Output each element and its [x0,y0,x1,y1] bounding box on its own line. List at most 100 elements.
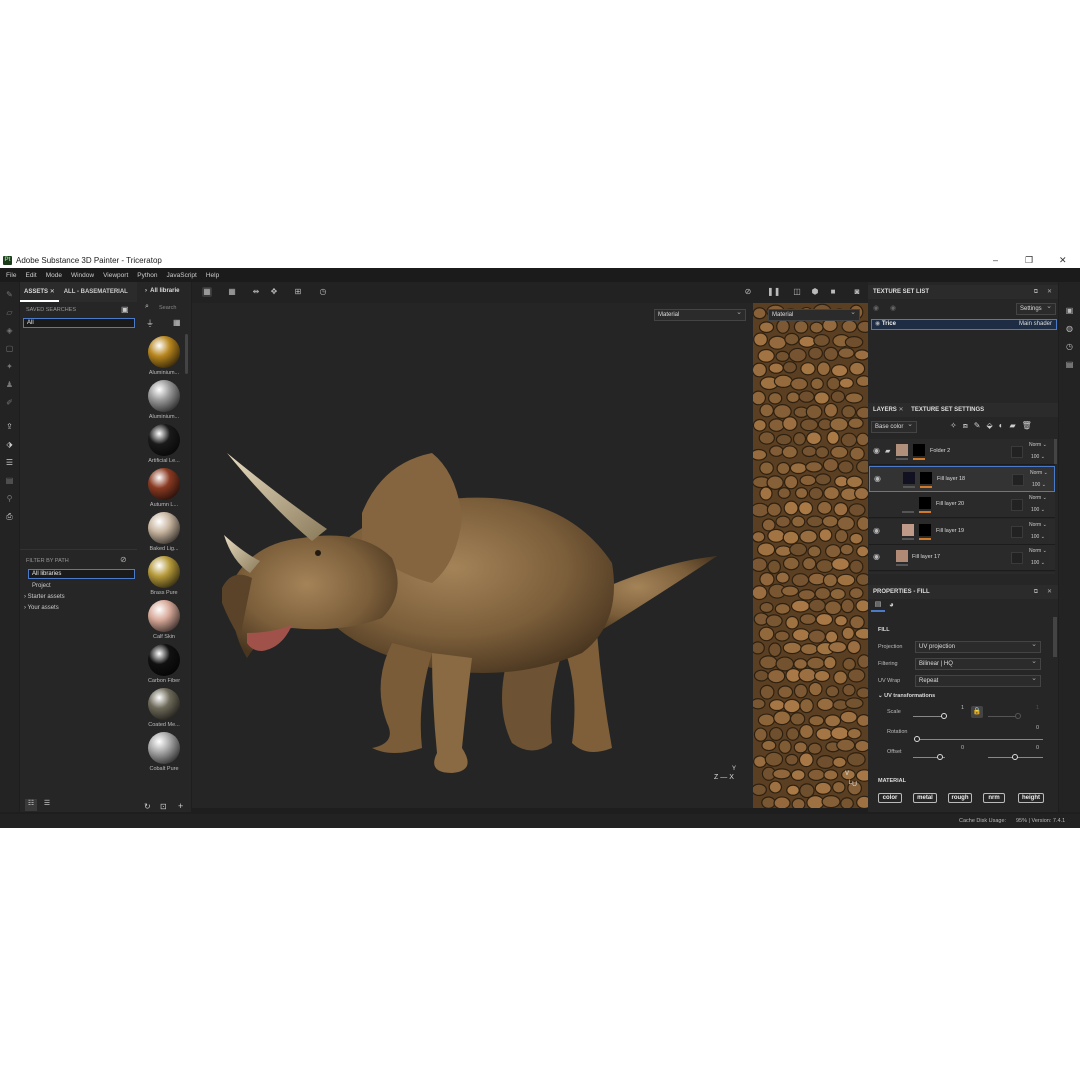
material-thumbnail[interactable]: Aluminium... [142,380,186,420]
smudge-icon[interactable]: ♟ [5,380,14,389]
viewport-2d[interactable]: Material V └U [753,303,868,808]
add-folder-icon[interactable]: ▰ [1010,421,1022,430]
visibility-icon[interactable]: ◉ [873,304,879,312]
grid-toggle-icon[interactable]: ▦ [202,287,212,297]
rotation-slider-knob[interactable] [914,736,920,742]
log-icon[interactable]: ▤ [1065,360,1074,369]
grid-view-icon[interactable]: ☰ [41,799,53,811]
layer-row[interactable]: ◉ Fill layer 17 Norm ⌄ 100 ⌄ [869,545,1055,571]
menu-javascript[interactable]: JavaScript [167,272,197,279]
path-all-libraries[interactable]: All libraries [28,569,135,579]
material-thumbnail[interactable]: Carbon Fiber [142,644,186,684]
menu-edit[interactable]: Edit [25,272,36,279]
material-thumbnail[interactable]: Brass Pure [142,556,186,596]
close-tab-icon[interactable]: ✕ [898,407,903,413]
close-panel-icon[interactable]: ✕ [1047,285,1052,299]
blend-mode-select[interactable]: Norm ⌄ [1029,548,1047,554]
blend-mode-select[interactable]: Norm ⌄ [1029,495,1047,501]
saved-search-field[interactable]: All [23,318,135,328]
camera-video-icon[interactable]: ■ [828,287,838,297]
path-project[interactable]: Project [32,583,51,589]
import-icon[interactable]: ⊡ [160,802,167,811]
opacity-field[interactable]: 100 ⌄ [1031,507,1045,513]
layer-color-box[interactable] [1011,446,1023,458]
rotation-slider-track[interactable] [918,739,1043,740]
close-tab-icon[interactable]: ✕ [50,289,55,295]
opacity-field[interactable]: 100 ⌄ [1032,482,1046,488]
add-effect-icon[interactable]: ✧ [950,421,963,430]
channel-color-button[interactable]: color [878,793,902,803]
material-thumbnail[interactable]: Calf Skin [142,600,186,640]
hide-icon[interactable]: ⊘ [120,555,127,564]
blend-mode-select[interactable]: Norm ⌄ [1029,522,1047,528]
history-icon[interactable]: ◷ [318,287,328,297]
eye-icon[interactable]: ◉ [875,321,880,327]
lock-icon[interactable]: 🔒 [971,706,983,718]
geometry-mask-icon[interactable]: ▢ [5,344,14,353]
channel-nrm-button[interactable]: nrm [983,793,1005,803]
symmetry-icon[interactable]: ⇹ [251,287,261,297]
split-view-icon[interactable]: ◫ [792,287,802,297]
material-thumbnail[interactable]: Coated Me... [142,688,186,728]
layers-scrollbar[interactable] [1054,439,1057,464]
layer-row[interactable]: ◉ Fill layer 19 Norm ⌄ 100 ⌄ [869,518,1055,545]
path-starter-assets-row[interactable]: › Starter assets [24,594,65,600]
opacity-field[interactable]: 100 ⌄ [1031,534,1045,540]
pause-icon[interactable]: ❚❚ [767,287,780,297]
viewport-3d[interactable]: Material ⌄ Z — X Y [192,303,753,808]
visibility-off-icon[interactable]: ⊘ [743,287,753,297]
properties-scrollbar[interactable] [1053,617,1057,657]
add-fill-layer-icon[interactable]: ⬙ [987,421,999,430]
transform-icon[interactable]: ✥ [269,287,279,297]
eraser-icon[interactable]: ▱ [5,308,14,317]
shader-settings-icon[interactable]: ◍ [1065,324,1074,333]
layer-color-box[interactable] [1011,499,1023,511]
clone-icon[interactable]: ✦ [5,362,14,371]
material-props-tab-icon[interactable]: ◕ [889,600,894,609]
filter-icon[interactable]: ⏚ [146,318,154,329]
scale-slider-knob-2[interactable] [1015,713,1021,719]
blend-mode-select[interactable]: Norm ⌄ [1030,470,1048,476]
layers-icon[interactable]: ☰ [5,458,14,467]
layer-color-box[interactable] [1012,473,1024,486]
close-panel-icon[interactable]: ✕ [1047,585,1052,599]
viewport-2d-mode-select[interactable]: Material [768,309,860,321]
visibility-icon[interactable]: ◉ [890,304,896,312]
refresh-icon[interactable]: ↻ [144,802,151,811]
layers-tab[interactable]: LAYERS ✕ [868,407,904,413]
opacity-field[interactable]: 100 ⌄ [1031,560,1045,566]
layer-row[interactable]: Fill layer 20 Norm ⌄ 100 ⌄ [869,492,1055,518]
scale-slider-track-2[interactable] [988,716,1018,717]
projection-icon[interactable]: ◈ [5,326,14,335]
material-thumbnail[interactable]: Cobalt Pure [142,732,186,772]
layer-row[interactable]: ◉ ▰ Folder 2 Norm ⌄ 100 ⌄ [869,439,1055,465]
filtering-select[interactable]: Bilinear | HQ [915,658,1041,670]
opacity-field[interactable]: 100 ⌄ [1031,454,1045,460]
channel-metal-button[interactable]: metal [913,793,937,803]
thumbnail-grid-icon[interactable]: ▦ [173,318,181,327]
material-thumbnail[interactable]: Aluminium... [142,336,186,376]
material-thumbnail[interactable]: Baked Lig... [142,512,186,552]
popout-icon[interactable]: ⧉ [1034,285,1038,299]
add-icon[interactable]: + [178,801,183,811]
minimize-icon[interactable]: – [993,255,998,265]
anchor-icon[interactable]: ⚲ [5,494,14,503]
bake-icon[interactable]: ⇪ [5,422,14,431]
frame-icon[interactable]: ⊞ [293,287,303,297]
export-icon[interactable]: ⎙ [5,512,14,521]
list-view-icon[interactable]: ☷ [25,799,37,811]
polygon-fill-icon[interactable]: ⬗ [5,440,14,449]
menu-help[interactable]: Help [206,272,219,279]
texture-set-settings-tab[interactable]: TEXTURE SET SETTINGS [911,407,984,413]
history-icon[interactable]: ◷ [1065,342,1074,351]
eye-icon[interactable]: ◉ [873,446,880,455]
grid-options-icon[interactable]: ▦ [227,287,237,297]
screenshot-icon[interactable]: ◙ [852,287,862,297]
channel-select[interactable]: Base color [871,421,917,433]
close-icon[interactable]: ✕ [1059,255,1067,266]
layer-row[interactable]: Norm ⌄ [869,571,1055,574]
channel-rough-button[interactable]: rough [948,793,972,803]
blend-mode-select[interactable]: Norm ⌄ [1029,442,1047,448]
path-your-assets-row[interactable]: › Your assets [24,605,59,611]
projection-select[interactable]: UV projection [915,641,1041,653]
